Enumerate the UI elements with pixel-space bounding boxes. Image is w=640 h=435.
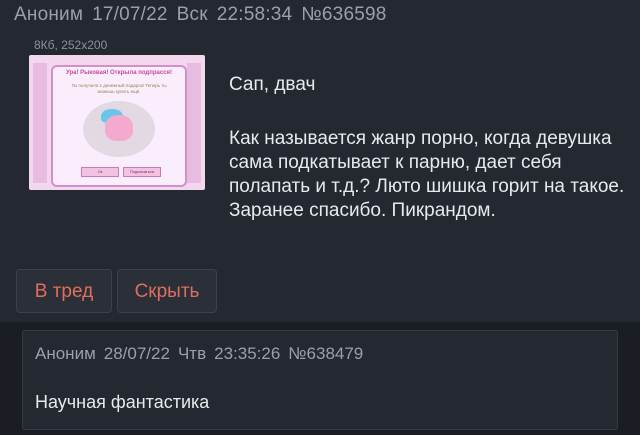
hide-button[interactable]: Скрыть	[117, 269, 217, 313]
op-post: Аноним 17/07/22 Вск 22:58:34 №636598 8Кб, 25…	[0, 0, 640, 322]
thumbnail-pony	[105, 115, 133, 141]
thumbnail-more-button: Подписаться	[123, 167, 161, 177]
post-thumbnail[interactable]: Ура! Рыковая! Открыла подпрасся! Ты полу…	[29, 55, 205, 190]
post-greeting: Сап, двач	[229, 74, 316, 95]
file-meta: 8Кб, 252x200	[34, 38, 108, 52]
thumbnail-dialog-body: Ты получила 1 денежный подарок! Теперь т…	[71, 83, 167, 94]
post-date: 17/07/22	[92, 4, 168, 25]
post-time: 22:58:34	[216, 4, 293, 25]
reply-author: Аноним	[35, 344, 96, 363]
post-header: Аноним 17/07/22 Вск 22:58:34 №636598	[14, 4, 396, 26]
reply-message: Научная фантастика	[35, 392, 210, 412]
reply-post: Аноним 28/07/22 Чтв 23:35:26 №638479 Научная…	[22, 330, 618, 430]
post-body: Как называется жанр порно, когда девушка…	[229, 128, 625, 221]
thumbnail-side-panel-right	[187, 63, 201, 183]
thumbnail-ok-button: Ок	[81, 167, 119, 177]
reply-number[interactable]: №638479	[288, 344, 363, 363]
post-number[interactable]: №636598	[301, 4, 386, 25]
post-weekday: Вск	[176, 4, 208, 25]
thumbnail-side-panel-left	[33, 63, 47, 183]
reply-time: 23:35:26	[214, 344, 281, 363]
reply-date: 28/07/22	[103, 344, 170, 363]
reply-weekday: Чтв	[177, 344, 207, 363]
thumbnail-dialog: Ура! Рыковая! Открыла подпрасся! Ты полу…	[51, 65, 187, 187]
post-message: Сап, двач Как называется жанр порно, ког…	[229, 73, 629, 223]
to-thread-button[interactable]: В тред	[16, 269, 112, 313]
thumbnail-dialog-title: Ура! Рыковая! Открыла подпрасся!	[65, 70, 173, 76]
reply-header: Аноним 28/07/22 Чтв 23:35:26 №638479	[35, 344, 371, 364]
post-author: Аноним	[14, 4, 84, 25]
thumbnail-buttons: Ок Подписаться	[81, 167, 161, 177]
